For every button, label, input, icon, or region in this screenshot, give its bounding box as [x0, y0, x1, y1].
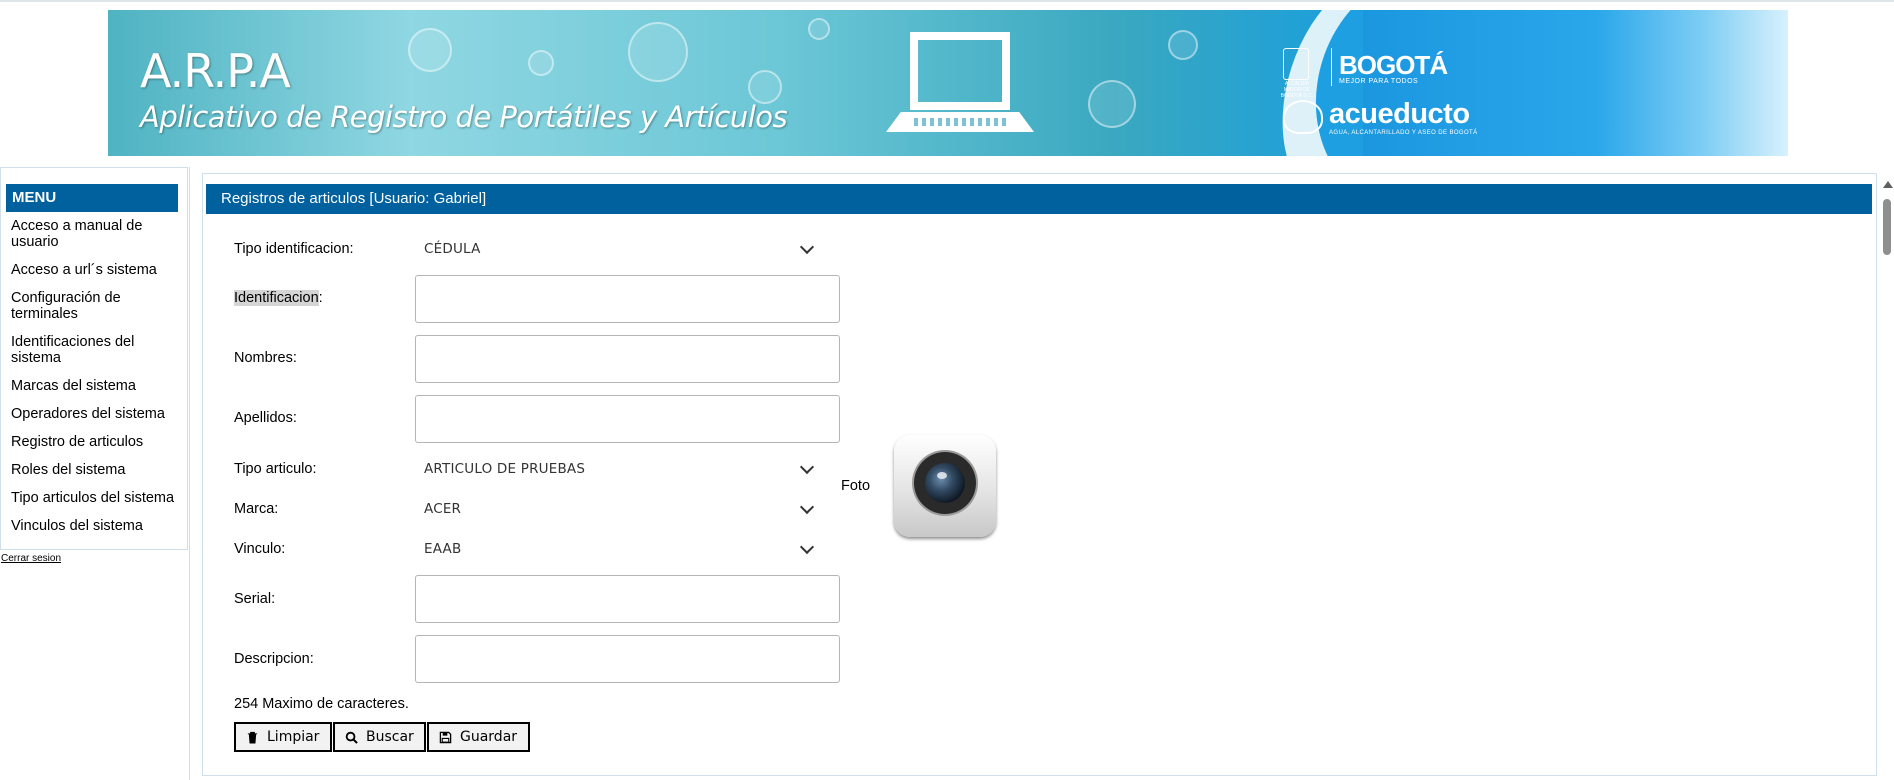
guardar-button[interactable]: Guardar	[427, 722, 530, 752]
water-bubble	[748, 70, 782, 104]
menu-item-terminales[interactable]: Configuración de terminales	[11, 290, 181, 322]
chevron-down-icon	[799, 539, 815, 555]
seal-caption: ALCALDÍA MAYOR DE BOGOTÁ D.C.	[1280, 81, 1314, 99]
vinculo-select[interactable]: EAAB	[412, 534, 815, 564]
descripcion-input[interactable]	[415, 635, 840, 683]
acueducto-logo: acueducto	[1329, 98, 1470, 130]
top-rule	[0, 0, 1894, 2]
nombres-input[interactable]	[415, 335, 840, 383]
marca-value: ACER	[424, 501, 462, 517]
menu-item-operadores[interactable]: Operadores del sistema	[11, 406, 181, 422]
apellidos-input[interactable]	[415, 395, 840, 443]
water-bubble	[1168, 30, 1198, 60]
app-banner: A.R.P.A Aplicativo de Registro de Portát…	[108, 10, 1788, 156]
app-title: A.R.P.A	[140, 44, 291, 98]
water-bubble	[408, 28, 452, 72]
menu-header: MENU	[6, 184, 178, 212]
water-bubble	[528, 50, 554, 76]
menu-separator	[189, 167, 190, 780]
menu-item-urls[interactable]: Acceso a url´s sistema	[11, 262, 181, 278]
identificacion-input[interactable]	[415, 275, 840, 323]
tipo-identificacion-label: Tipo identificacion:	[234, 241, 354, 257]
acueducto-frog-icon	[1283, 100, 1323, 134]
chevron-down-icon	[799, 499, 815, 515]
scrollbar-thumb[interactable]	[1883, 199, 1891, 255]
camera-icon[interactable]	[894, 435, 996, 537]
menu-item-manual[interactable]: Acceso a manual de usuario	[11, 218, 181, 250]
serial-input[interactable]	[415, 575, 840, 623]
descripcion-label: Descripcion:	[234, 651, 314, 667]
max-characters-hint: 254 Maximo de caracteres.	[234, 696, 409, 712]
guardar-label: Guardar	[460, 729, 518, 745]
vinculo-value: EAAB	[424, 541, 462, 557]
logout-link[interactable]: Cerrar sesion	[1, 553, 61, 564]
app-subtitle: Aplicativo de Registro de Portátiles y A…	[140, 100, 788, 134]
tipo-articulo-value: ARTICULO DE PRUEBAS	[424, 461, 586, 477]
laptop-icon	[886, 32, 1036, 142]
water-bubble	[808, 18, 830, 40]
chevron-down-icon	[799, 239, 815, 255]
vinculo-label: Vinculo:	[234, 541, 286, 557]
trash-icon	[247, 731, 258, 744]
menu-item-identificaciones[interactable]: Identificaciones del sistema	[11, 334, 181, 366]
limpiar-button[interactable]: Limpiar	[234, 722, 332, 752]
menu-list: Acceso a manual de usuario Acceso a url´…	[11, 218, 181, 546]
limpiar-label: Limpiar	[267, 729, 320, 745]
water-bubble	[628, 22, 688, 82]
marca-label: Marca:	[234, 501, 279, 517]
menu-item-marcas[interactable]: Marcas del sistema	[11, 378, 181, 394]
tipo-identificacion-value: CÉDULA	[424, 241, 481, 257]
menu-item-registro-articulos[interactable]: Registro de articulos	[11, 434, 181, 450]
tipo-identificacion-select[interactable]: CÉDULA	[412, 234, 815, 264]
menu-item-vinculos[interactable]: Vinculos del sistema	[11, 518, 181, 534]
bogota-logo-subtitle: MEJOR PARA TODOS	[1339, 78, 1419, 85]
floppy-disk-icon	[439, 731, 452, 743]
bogota-seal-icon	[1283, 48, 1309, 80]
acueducto-logo-subtitle: AGUA, ALCANTARILLADO Y ASEO DE BOGOTÁ	[1329, 130, 1478, 136]
apellidos-label: Apellidos:	[234, 410, 297, 426]
scroll-up-arrow[interactable]	[1883, 181, 1893, 188]
marca-select[interactable]: ACER	[412, 494, 815, 524]
identificacion-label-text: Identificacion	[234, 290, 319, 306]
menu-item-roles[interactable]: Roles del sistema	[11, 462, 181, 478]
menu-item-tipo-articulos[interactable]: Tipo articulos del sistema	[11, 490, 181, 506]
main-header: Registros de articulos [Usuario: Gabriel…	[206, 184, 1872, 214]
nombres-label: Nombres:	[234, 350, 297, 366]
buscar-button[interactable]: Buscar	[333, 722, 426, 752]
identificacion-label: Identificacion:	[234, 290, 323, 306]
bogota-logo: BOGOTÁ	[1339, 50, 1448, 80]
water-bubble	[1088, 80, 1136, 128]
serial-label: Serial:	[234, 591, 276, 607]
buscar-label: Buscar	[366, 729, 414, 745]
logo-divider	[1331, 48, 1332, 86]
foto-label: Foto	[841, 478, 871, 494]
chevron-down-icon	[799, 459, 815, 475]
tipo-articulo-label: Tipo articulo:	[234, 461, 317, 477]
tipo-articulo-select[interactable]: ARTICULO DE PRUEBAS	[412, 454, 815, 484]
identificacion-label-colon: :	[318, 290, 323, 306]
search-icon	[345, 731, 358, 744]
